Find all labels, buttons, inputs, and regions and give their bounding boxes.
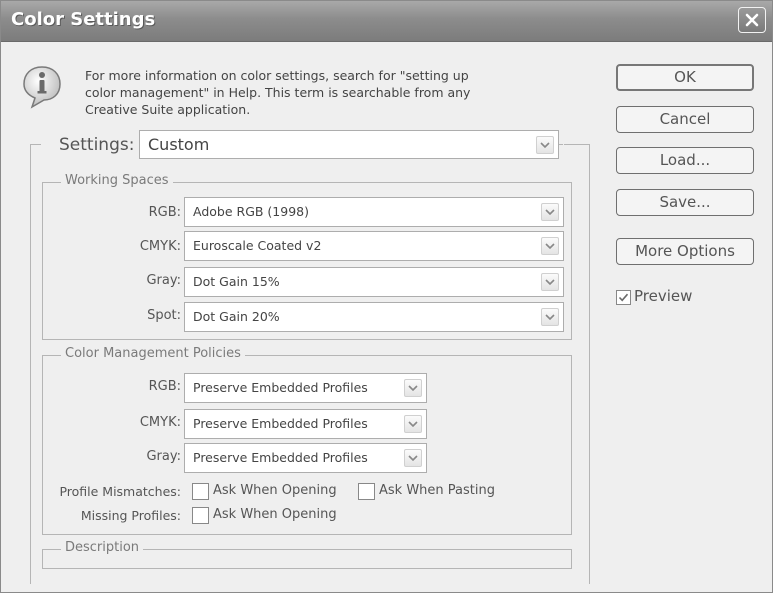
missing-ask-opening-checkbox[interactable]: [192, 507, 209, 524]
settings-dropdown[interactable]: Custom: [139, 130, 559, 159]
save-button[interactable]: Save...: [616, 189, 754, 216]
policy-gray-label: Gray:: [146, 449, 181, 464]
policy-rgb-label: RGB:: [148, 379, 181, 394]
ws-rgb-value: Adobe RGB (1998): [193, 204, 309, 219]
ws-rgb-dropdown[interactable]: Adobe RGB (1998): [184, 197, 564, 227]
ws-cmyk-value: Euroscale Coated v2: [193, 238, 322, 253]
working-spaces-legend: Working Spaces: [61, 173, 173, 188]
color-settings-dialog: Color Settings For more information on c…: [0, 0, 773, 593]
dialog-title: Color Settings: [11, 9, 156, 30]
chevron-down-icon[interactable]: [541, 273, 559, 291]
policy-rgb-value: Preserve Embedded Profiles: [193, 380, 368, 395]
policy-cmyk-label: CMYK:: [139, 415, 181, 430]
ws-cmyk-label: CMYK:: [139, 239, 181, 254]
policies-legend: Color Management Policies: [61, 346, 245, 361]
ws-cmyk-dropdown[interactable]: Euroscale Coated v2: [184, 231, 564, 261]
ws-gray-dropdown[interactable]: Dot Gain 15%: [184, 267, 564, 297]
ws-spot-dropdown[interactable]: Dot Gain 20%: [184, 302, 564, 332]
chevron-down-icon[interactable]: [541, 203, 559, 221]
load-button[interactable]: Load...: [616, 147, 754, 174]
chevron-down-icon[interactable]: [404, 379, 422, 397]
more-options-button[interactable]: More Options: [616, 238, 754, 265]
ws-spot-label: Spot:: [147, 308, 181, 323]
missing-profiles-label: Missing Profiles:: [80, 508, 181, 523]
policy-cmyk-dropdown[interactable]: Preserve Embedded Profiles: [184, 409, 427, 439]
info-line: color management" in Help. This term is …: [85, 85, 471, 100]
profile-mismatches-label: Profile Mismatches:: [59, 484, 181, 499]
cancel-button[interactable]: Cancel: [616, 106, 754, 133]
chevron-down-icon[interactable]: [536, 136, 554, 154]
close-button[interactable]: [738, 7, 766, 33]
frame-edge: [564, 144, 590, 145]
settings-value: Custom: [148, 135, 210, 154]
ws-spot-value: Dot Gain 20%: [193, 309, 280, 324]
ws-gray-label: Gray:: [146, 273, 181, 288]
ws-gray-value: Dot Gain 15%: [193, 274, 280, 289]
description-legend: Description: [61, 540, 144, 555]
policy-gray-value: Preserve Embedded Profiles: [193, 450, 368, 465]
mismatch-ask-pasting-label: Ask When Pasting: [379, 483, 495, 498]
preview-label: Preview: [634, 287, 693, 305]
mismatch-ask-pasting-checkbox[interactable]: [358, 483, 375, 500]
info-message: For more information on color settings, …: [85, 67, 505, 118]
settings-label: Settings:: [41, 134, 141, 156]
close-icon: [745, 13, 759, 27]
missing-ask-opening-label: Ask When Opening: [213, 507, 337, 522]
chevron-down-icon[interactable]: [541, 308, 559, 326]
policy-rgb-dropdown[interactable]: Preserve Embedded Profiles: [184, 373, 427, 403]
policy-cmyk-value: Preserve Embedded Profiles: [193, 416, 368, 431]
policy-gray-dropdown[interactable]: Preserve Embedded Profiles: [184, 443, 427, 473]
chevron-down-icon[interactable]: [404, 449, 422, 467]
ws-rgb-label: RGB:: [148, 205, 181, 220]
chevron-down-icon[interactable]: [404, 415, 422, 433]
chevron-down-icon[interactable]: [541, 237, 559, 255]
mismatch-ask-opening-checkbox[interactable]: [192, 483, 209, 500]
mismatch-ask-opening-label: Ask When Opening: [213, 483, 337, 498]
preview-checkbox[interactable]: [616, 290, 631, 305]
ok-button[interactable]: OK: [616, 64, 754, 91]
info-line: For more information on color settings, …: [85, 68, 469, 83]
checkmark-icon: [618, 293, 629, 302]
info-icon: [22, 65, 62, 109]
info-line: Creative Suite application.: [85, 102, 251, 117]
title-bar[interactable]: Color Settings: [1, 1, 772, 42]
